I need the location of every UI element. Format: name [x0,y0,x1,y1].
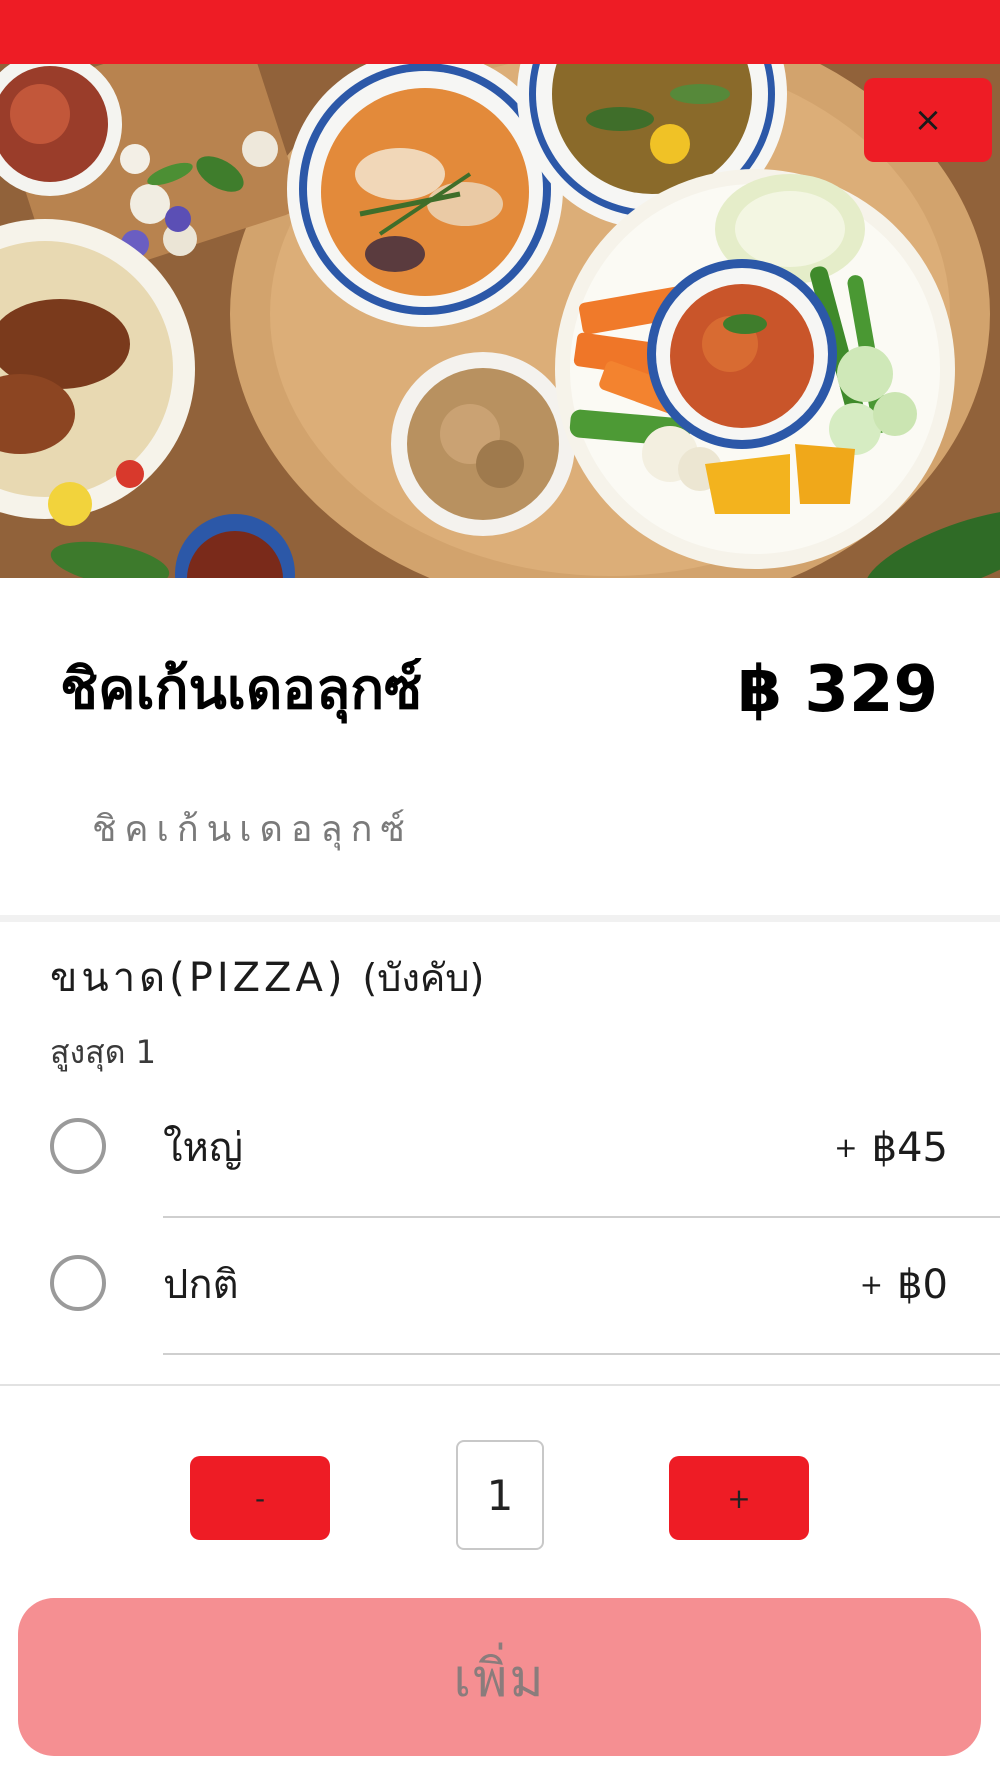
radio-button[interactable] [50,1118,106,1174]
plus-sign: + [859,1268,884,1301]
option-label: ปกติ [163,1262,239,1308]
section-divider [0,915,1000,922]
option-row-regular[interactable]: ปกติ + ฿0 [0,1219,1000,1355]
item-title: ชิคเก้นเดอลุกซ์ [60,657,423,722]
plus-sign: + [834,1131,858,1164]
option-label: ใหญ่ [163,1125,243,1171]
item-detail-page: × ชิคเก้นเดอลุกซ์ ฿ 329 ชิคเก้นเดอลุกซ์ … [0,0,1000,1778]
item-description: ชิคเก้นเดอลุกซ์ [92,809,413,850]
food-photo-illustration [0,64,1000,578]
add-button-label: เพิ่ม [453,1648,546,1709]
quantity-value[interactable]: 1 [456,1440,544,1550]
option-group-heading: ขนาด(PIZZA) (บังคับ) [50,950,484,1006]
max-selection-label: สูงสุด 1 [50,1033,156,1071]
food-photo [0,64,1000,578]
required-label: (บังคับ) [362,956,485,1000]
option-price-value: ฿45 [871,1125,948,1171]
option-price-value: ฿0 [897,1262,948,1308]
option-price: + ฿0 [860,1257,948,1313]
option-group-name: ขนาด(PIZZA) [50,955,347,1001]
quantity-decrease-button[interactable]: - [190,1456,330,1540]
top-bar [0,0,1000,64]
close-button[interactable]: × [864,78,992,162]
item-price: ฿ 329 [737,653,938,727]
close-icon: × [913,100,943,140]
row-divider [163,1353,1000,1355]
quantity-increase-button[interactable]: + [669,1456,809,1540]
radio-button[interactable] [50,1255,106,1311]
options-end-divider [0,1384,1000,1386]
option-price: + ฿45 [834,1120,948,1176]
option-row-large[interactable]: ใหญ่ + ฿45 [0,1082,1000,1218]
add-to-cart-button[interactable]: เพิ่ม [18,1598,981,1756]
row-divider [163,1216,1000,1218]
